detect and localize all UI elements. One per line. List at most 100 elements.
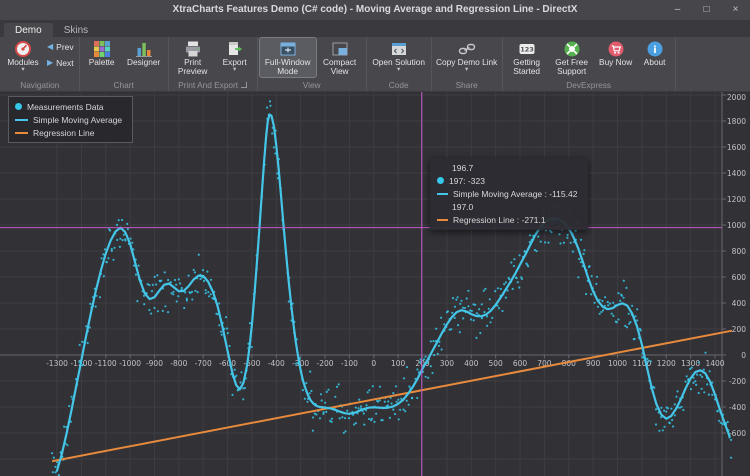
svg-text:900: 900 [586, 359, 601, 368]
nav-small-buttons: ◀ Prev ▶ Next [43, 38, 77, 69]
ribbon-group-share: Copy Demo Link ▾ Share [432, 37, 503, 91]
svg-text:1000: 1000 [608, 359, 627, 368]
print-preview-button[interactable]: Print Preview [171, 38, 215, 77]
get-free-support-button[interactable]: Get Free Support [549, 38, 595, 77]
svg-text:-600: -600 [219, 359, 236, 368]
svg-text:-100: -100 [341, 359, 358, 368]
svg-text:500: 500 [488, 359, 503, 368]
modules-button[interactable]: Modules ▾ [3, 38, 43, 73]
svg-text:1100: 1100 [632, 359, 651, 368]
svg-text:i: i [653, 45, 656, 56]
compact-view-button[interactable]: Compact View [316, 38, 364, 77]
svg-text:-1300: -1300 [46, 359, 68, 368]
getting-started-label: Getting Started [506, 58, 548, 77]
tab-skins[interactable]: Skins [53, 23, 99, 37]
copy-demo-link-button[interactable]: Copy Demo Link ▾ [434, 38, 500, 73]
title-bar: XtraCharts Features Demo (C# code) - Mov… [0, 0, 750, 20]
window-title: XtraCharts Features Demo (C# code) - Mov… [0, 0, 750, 20]
ribbon-group-label-devexpress: DevExpress [505, 78, 673, 91]
next-button[interactable]: ▶ Next [45, 57, 76, 69]
about-button[interactable]: i About [637, 38, 673, 67]
designer-label: Designer [127, 58, 160, 67]
svg-text:-900: -900 [146, 359, 163, 368]
ribbon-group-label-share: Share [434, 78, 500, 91]
svg-text:1200: 1200 [727, 195, 746, 204]
legend-item-moving-average: Simple Moving Average [15, 113, 122, 126]
prev-label: Prev [56, 42, 73, 52]
ribbon-group-chart: Palette Designer Chart [80, 37, 169, 91]
svg-text:1800: 1800 [727, 117, 746, 126]
designer-button[interactable]: Designer [122, 38, 166, 67]
print-preview-label: Print Preview [172, 58, 214, 77]
svg-text:-1000: -1000 [119, 359, 141, 368]
svg-text:1400: 1400 [705, 359, 724, 368]
about-icon: i [646, 39, 664, 58]
dialog-launcher-icon[interactable] [241, 82, 247, 88]
scatter-marker-icon [437, 177, 444, 184]
svg-text:1600: 1600 [727, 143, 746, 152]
ribbon-group-code: Open Solution ▾ Code [367, 37, 432, 91]
legend-label: Simple Moving Average [33, 115, 122, 125]
svg-text:0: 0 [741, 351, 746, 360]
link-icon [458, 39, 476, 58]
buy-now-label: Buy Now [599, 58, 632, 67]
chart-legend: Measurements Data Simple Moving Average … [8, 96, 133, 143]
chart-plot-area[interactable]: -1300-1200-1100-1000-900-800-700-600-500… [0, 92, 750, 476]
arrow-right-icon: ▶ [47, 59, 53, 67]
tooltip-argument2: 197.0 [437, 200, 577, 213]
close-button[interactable]: × [721, 0, 750, 20]
svg-text:400: 400 [732, 299, 747, 308]
tab-demo[interactable]: Demo [4, 23, 53, 37]
about-label: About [644, 58, 666, 67]
minimize-button[interactable]: – [663, 0, 692, 20]
svg-text:-200: -200 [729, 377, 746, 386]
chevron-down-icon: ▾ [465, 67, 468, 73]
crosshair-tooltip: 196.7 197: -323 Simple Moving Average : … [430, 158, 588, 230]
buy-now-button[interactable]: Buy Now [595, 38, 637, 67]
svg-text:0: 0 [371, 359, 376, 368]
palette-icon [93, 39, 111, 58]
svg-text:100: 100 [391, 359, 406, 368]
get-free-support-label: Get Free Support [550, 58, 594, 77]
palette-button[interactable]: Palette [82, 38, 122, 67]
designer-icon [135, 39, 153, 58]
full-window-mode-button[interactable]: Full-Window Mode [260, 38, 316, 77]
legend-label: Regression Line [33, 128, 94, 138]
ribbon-group-view: Full-Window Mode Compact View View [258, 37, 367, 91]
getting-started-button[interactable]: 123 Getting Started [505, 38, 549, 77]
line-marker-icon [15, 132, 28, 134]
scatter-marker-icon [15, 103, 22, 110]
export-icon [226, 39, 244, 58]
ribbon-group-label-chart: Chart [82, 78, 166, 91]
svg-text:-400: -400 [729, 403, 746, 412]
arrow-left-icon: ◀ [47, 43, 53, 51]
chevron-down-icon: ▾ [21, 67, 24, 73]
chevron-down-icon: ▾ [397, 67, 400, 73]
tooltip-moving-average: Simple Moving Average : -115.42 [437, 187, 577, 200]
svg-text:1300: 1300 [681, 359, 700, 368]
open-solution-icon [390, 39, 408, 58]
ribbon: Modules ▾ ◀ Prev ▶ Next Navigation [0, 37, 750, 92]
chevron-down-icon: ▾ [233, 67, 236, 73]
legend-item-measurements: Measurements Data [15, 100, 122, 113]
svg-text:600: 600 [513, 359, 528, 368]
svg-text:1000: 1000 [727, 221, 746, 230]
full-window-mode-icon [279, 39, 297, 58]
line-marker-icon [437, 193, 448, 195]
legend-item-regression: Regression Line [15, 126, 122, 139]
prev-button[interactable]: ◀ Prev [45, 41, 76, 53]
maximize-button[interactable]: □ [692, 0, 721, 20]
open-solution-button[interactable]: Open Solution ▾ [369, 38, 429, 73]
svg-text:200: 200 [732, 325, 747, 334]
svg-text:-600: -600 [729, 429, 746, 438]
svg-text:-200: -200 [317, 359, 334, 368]
svg-text:-1100: -1100 [95, 359, 117, 368]
app-window: XtraCharts Features Demo (C# code) - Mov… [0, 0, 750, 476]
svg-text:2000: 2000 [727, 93, 746, 102]
svg-text:600: 600 [732, 273, 747, 282]
ribbon-group-print-export: Print Preview Export ▾ Print And Export [169, 37, 258, 91]
export-button[interactable]: Export ▾ [215, 38, 255, 73]
getting-started-icon: 123 [518, 39, 536, 58]
print-preview-icon [184, 39, 202, 58]
ribbon-group-devexpress: 123 Getting Started Get Free Support Buy… [503, 37, 676, 91]
